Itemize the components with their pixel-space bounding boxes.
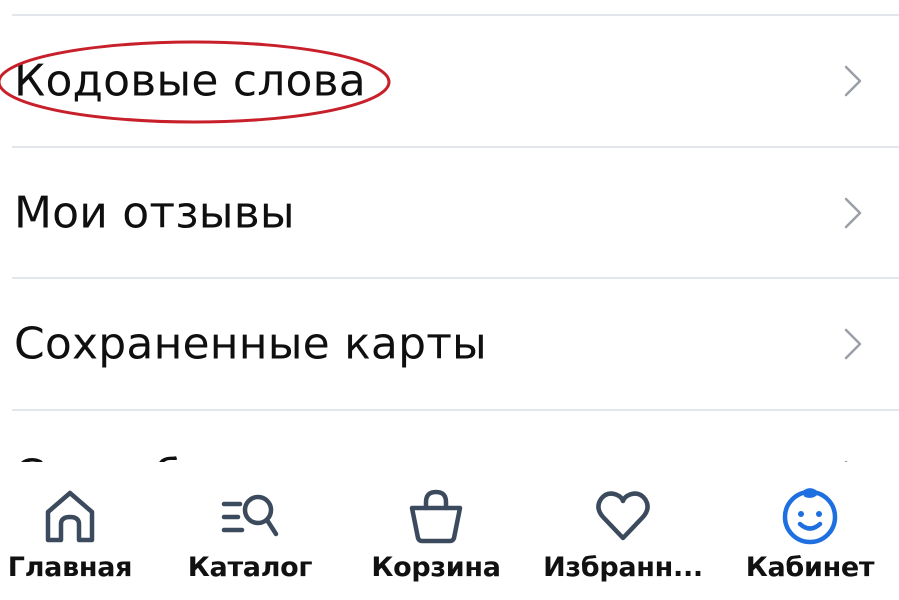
account-menu-list: Кодовые слова Мои отзывы Сохраненные кар… <box>0 0 899 462</box>
basket-icon <box>409 489 463 544</box>
home-icon <box>45 490 95 543</box>
catalog-search-icon <box>221 494 279 537</box>
tab-catalog[interactable]: Каталог <box>170 462 330 600</box>
menu-item-saved-cards[interactable]: Сохраненные карты <box>0 279 899 409</box>
tab-label: Главная <box>7 552 133 583</box>
menu-item-label: Мои отзывы <box>14 187 295 239</box>
menu-item-my-reviews[interactable]: Мои отзывы <box>0 148 899 278</box>
tab-favorites[interactable]: Избранн... <box>537 462 709 600</box>
tab-label: Кабинет <box>745 552 875 583</box>
chevron-right-icon <box>844 328 862 360</box>
chevron-right-icon <box>844 65 862 97</box>
tab-home[interactable]: Главная <box>0 462 150 600</box>
menu-item-code-words[interactable]: Кодовые слова <box>0 16 899 146</box>
tab-label: Корзина <box>371 552 501 583</box>
menu-item-spasibo[interactable]: Спасибо <box>0 411 899 462</box>
tab-cart[interactable]: Корзина <box>356 462 516 600</box>
profile-face-icon <box>782 488 838 545</box>
tab-account[interactable]: Кабинет <box>730 462 890 600</box>
heart-icon <box>596 491 650 541</box>
bottom-tab-bar: Главная Каталог Корзина Избранн... Кабин… <box>0 462 899 600</box>
tab-label: Каталог <box>187 552 313 583</box>
chevron-right-icon <box>844 197 862 229</box>
menu-item-label: Спасибо <box>14 451 209 463</box>
tab-label: Избранн... <box>543 552 703 583</box>
menu-item-label: Кодовые слова <box>14 55 366 107</box>
menu-item-label: Сохраненные карты <box>14 318 487 370</box>
